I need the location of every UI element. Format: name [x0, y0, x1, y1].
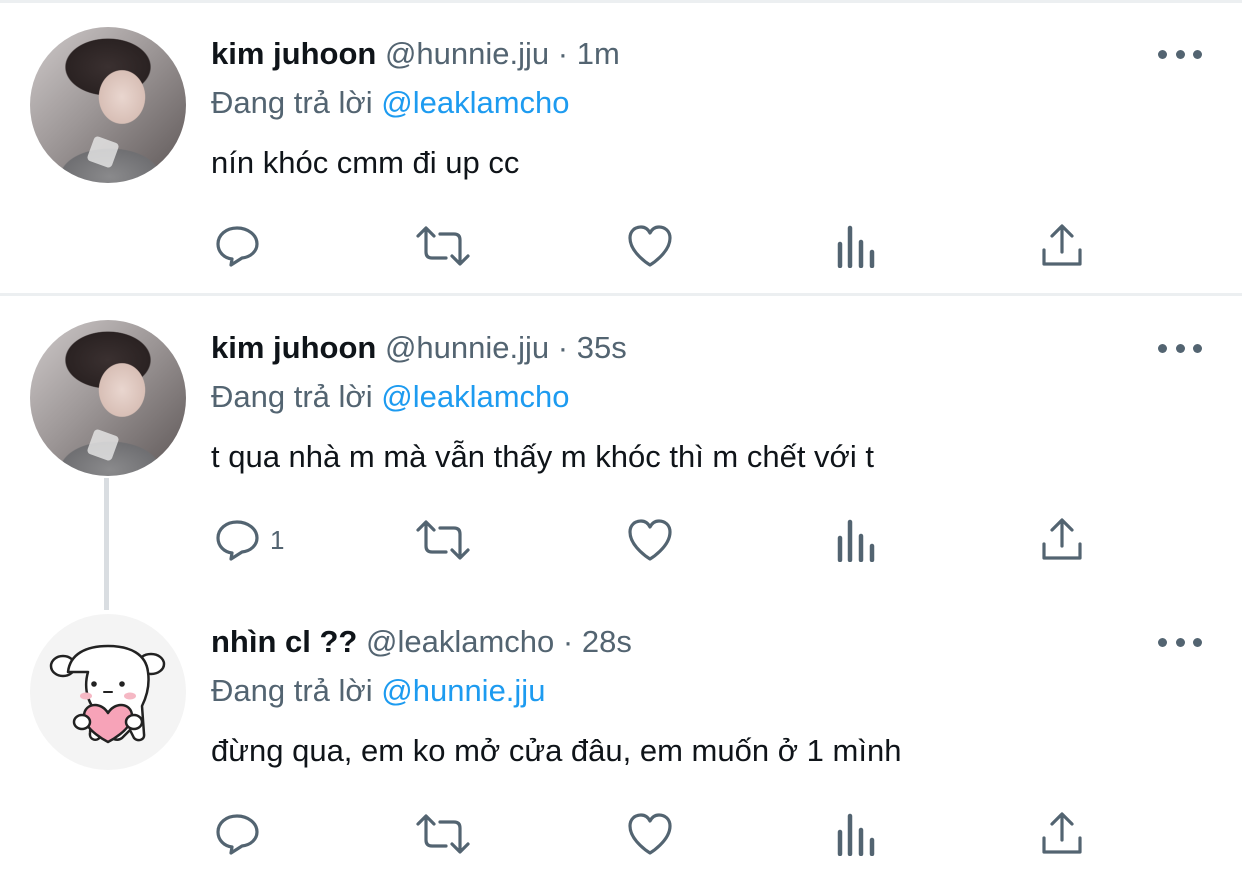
share-button[interactable] [1040, 810, 1084, 856]
retweet-icon [416, 814, 470, 854]
like-button[interactable] [626, 223, 674, 269]
tweet-header: kim juhoon @hunnie.jju · 35s [211, 329, 627, 367]
views-icon [837, 225, 875, 268]
tweet-header: nhìn cl ?? @leaklamcho · 28s [211, 623, 632, 661]
like-icon [628, 519, 672, 561]
mention-link[interactable]: @leaklamcho [381, 85, 569, 120]
retweet-icon [416, 520, 470, 560]
share-icon [1042, 812, 1082, 854]
avatar-kim-juhoon[interactable] [30, 27, 186, 183]
retweet-button[interactable] [414, 518, 472, 562]
share-icon [1042, 518, 1082, 560]
retweet-button[interactable] [414, 812, 472, 856]
share-icon [1042, 224, 1082, 266]
like-button[interactable] [626, 517, 674, 563]
more-button[interactable] [1158, 632, 1202, 652]
reply-button[interactable]: 1 [214, 518, 284, 562]
replying-to: Đang trả lời @hunnie.jju [211, 672, 545, 710]
reply-icon [216, 226, 259, 267]
views-icon [837, 519, 875, 562]
tweet-3[interactable]: nhìn cl ?? @leaklamcho · 28s Đang trả lờ… [0, 590, 1242, 873]
timestamp[interactable]: 35s [577, 330, 627, 365]
more-icon [1158, 343, 1167, 353]
avatar-nhin-cl[interactable] [30, 614, 186, 770]
display-name[interactable]: kim juhoon [211, 330, 376, 365]
replying-prefix: Đang trả lời [211, 673, 373, 708]
username[interactable]: @hunnie.jju [385, 36, 549, 71]
replying-to: Đang trả lời @leaklamcho [211, 378, 570, 416]
display-name[interactable]: kim juhoon [211, 36, 376, 71]
cartoon-dog-avatar [49, 644, 166, 744]
tweet-text: t qua nhà m mà vẫn thấy m khóc thì m chế… [211, 439, 875, 474]
more-icon [1158, 637, 1167, 647]
reply-count: 1 [270, 524, 285, 555]
like-button[interactable] [626, 811, 674, 857]
separator-dot: · [557, 330, 569, 365]
avatar-kim-juhoon[interactable] [30, 320, 186, 476]
timestamp[interactable]: 28s [582, 624, 632, 659]
tweet-header: kim juhoon @hunnie.jju · 1m [211, 35, 620, 73]
views-button[interactable] [836, 810, 878, 856]
share-button[interactable] [1040, 516, 1084, 562]
mention-link[interactable]: @leaklamcho [381, 379, 569, 414]
username[interactable]: @hunnie.jju [385, 330, 549, 365]
username[interactable]: @leaklamcho [366, 624, 554, 659]
reply-button[interactable] [214, 812, 270, 856]
views-button[interactable] [836, 516, 878, 562]
like-icon [628, 225, 672, 267]
tweet-text: nín khóc cmm đi up cc [211, 145, 520, 180]
display-name[interactable]: nhìn cl ?? [211, 624, 357, 659]
views-button[interactable] [836, 222, 878, 268]
reply-icon [216, 520, 259, 561]
share-button[interactable] [1040, 222, 1084, 268]
replying-to: Đang trả lời @leaklamcho [211, 84, 570, 122]
reply-button[interactable] [214, 224, 270, 268]
tweet-2[interactable]: kim juhoon @hunnie.jju · 35s Đang trả lờ… [0, 296, 1242, 586]
mention-link[interactable]: @hunnie.jju [381, 673, 545, 708]
retweet-button[interactable] [414, 224, 472, 268]
tweet-1[interactable]: kim juhoon @hunnie.jju · 1m Đang trả lời… [0, 0, 1242, 293]
reply-icon [216, 814, 259, 855]
replying-prefix: Đang trả lời [211, 379, 373, 414]
separator-dot: · [562, 624, 574, 659]
separator-dot: · [557, 36, 569, 71]
tweet-text: đừng qua, em ko mở cửa đâu, em muốn ở 1 … [211, 733, 902, 768]
timestamp[interactable]: 1m [577, 36, 620, 71]
more-icon [1158, 49, 1167, 59]
like-icon [628, 813, 672, 855]
views-icon [837, 813, 875, 856]
retweet-icon [416, 226, 470, 266]
more-button[interactable] [1158, 44, 1202, 64]
replying-prefix: Đang trả lời [211, 85, 373, 120]
more-button[interactable] [1158, 338, 1202, 358]
